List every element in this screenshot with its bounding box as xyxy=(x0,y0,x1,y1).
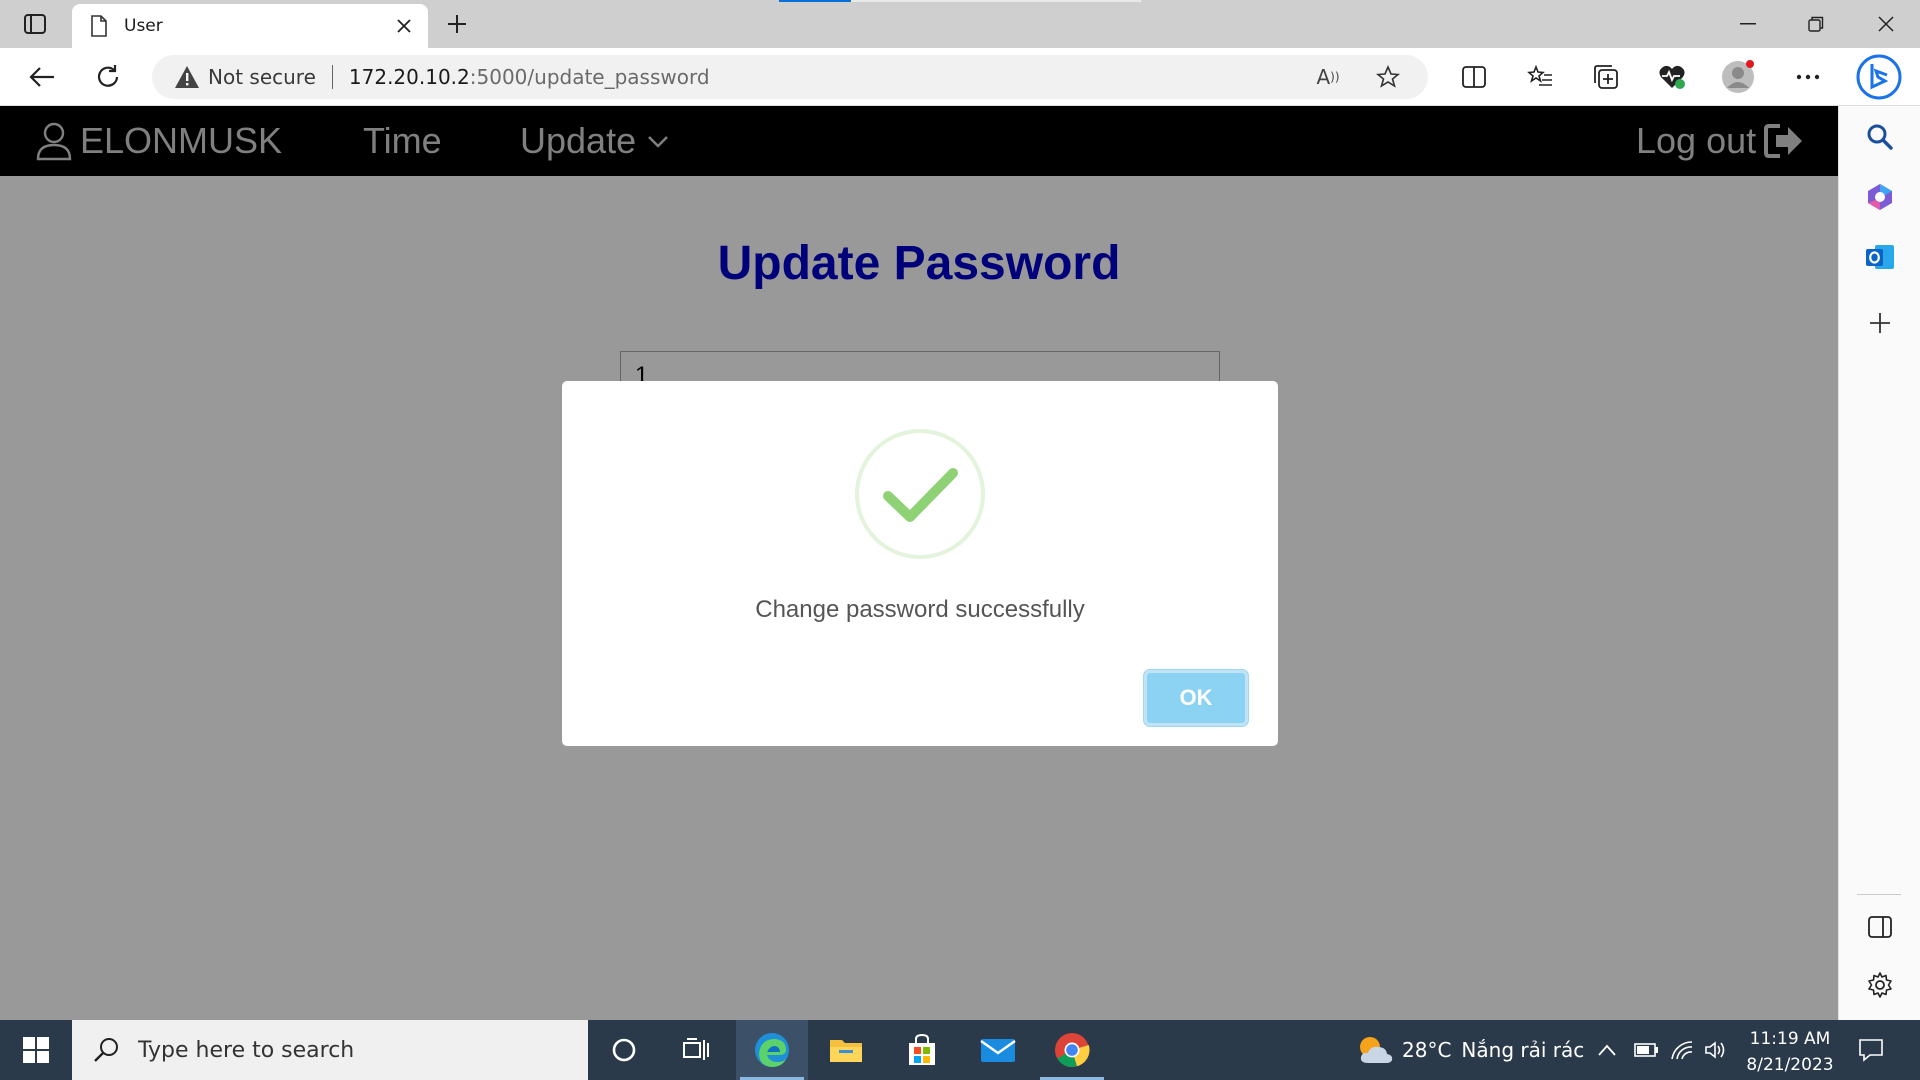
sidebar-outlook-icon[interactable] xyxy=(1861,238,1899,276)
taskbar-clock[interactable]: 11:19 AM 8/21/2023 xyxy=(1740,1026,1840,1078)
taskbar-edge-icon[interactable] xyxy=(736,1020,808,1080)
edge-sidebar xyxy=(1838,106,1920,1020)
more-options-icon[interactable] xyxy=(1790,59,1826,95)
ok-button[interactable]: OK xyxy=(1144,670,1248,726)
page-loading-indicator xyxy=(779,0,1141,2)
tab-close-icon[interactable] xyxy=(390,12,418,40)
show-hidden-icons-chevron-up-icon[interactable] xyxy=(1598,1020,1616,1080)
volume-icon[interactable] xyxy=(1704,1020,1728,1080)
wifi-icon[interactable] xyxy=(1670,1020,1694,1080)
notifications-icon[interactable] xyxy=(1858,1020,1884,1080)
sidebar-add-icon[interactable] xyxy=(1861,304,1899,342)
browser-toolbar: Not secure 172.20.10.2:5000/update_passw… xyxy=(0,48,1920,106)
tab-title: User xyxy=(124,16,163,36)
start-windows-icon[interactable] xyxy=(0,1020,72,1080)
sidebar-divider xyxy=(1857,894,1901,895)
clock-time: 11:19 AM xyxy=(1749,1029,1831,1049)
new-tab-icon[interactable] xyxy=(440,8,474,40)
url-path[interactable]: :5000/update_password xyxy=(470,65,710,89)
sidebar-settings-gear-icon[interactable] xyxy=(1861,966,1899,1004)
sidebar-search-icon[interactable] xyxy=(1861,118,1899,156)
refresh-icon[interactable] xyxy=(90,59,126,95)
address-separator xyxy=(331,65,333,89)
taskbar-file-explorer-icon[interactable] xyxy=(810,1020,882,1080)
security-label[interactable]: Not secure xyxy=(208,65,316,89)
restore-icon[interactable] xyxy=(1782,0,1850,48)
favorites-icon[interactable] xyxy=(1522,59,1558,95)
battery-icon[interactable] xyxy=(1634,1020,1660,1080)
add-favorite-star-icon[interactable] xyxy=(1372,61,1404,93)
url-host[interactable]: 172.20.10.2 xyxy=(349,65,470,89)
taskbar-search-placeholder: Type here to search xyxy=(138,1037,355,1063)
address-bar[interactable]: Not secure 172.20.10.2:5000/update_passw… xyxy=(152,55,1428,99)
taskbar-mail-icon[interactable] xyxy=(962,1020,1034,1080)
close-window-icon[interactable] xyxy=(1852,0,1920,48)
taskbar-chrome-icon[interactable] xyxy=(1036,1020,1108,1080)
weather-widget[interactable]: 28°C Nắng rải rác xyxy=(1356,1020,1584,1080)
web-page: ELONMUSK Time Update Log out Update Pass… xyxy=(0,106,1838,1020)
browser-tab-active[interactable]: User xyxy=(72,4,428,48)
tab-actions-icon[interactable] xyxy=(18,10,52,38)
task-view-icon[interactable] xyxy=(660,1020,732,1080)
split-screen-icon[interactable] xyxy=(1456,59,1492,95)
windows-taskbar: Type here to search 28°C Nắng rải rác 11… xyxy=(0,1020,1920,1080)
clock-date: 8/21/2023 xyxy=(1746,1055,1834,1075)
back-arrow-icon[interactable] xyxy=(24,59,60,95)
search-icon xyxy=(94,1038,118,1062)
success-dialog: Change password successfully OK xyxy=(562,381,1278,746)
weather-temp: 28°C xyxy=(1402,1038,1452,1062)
dialog-message: Change password successfully xyxy=(755,596,1085,623)
success-check-icon xyxy=(855,429,985,559)
hide-sidebar-icon[interactable] xyxy=(1861,908,1899,946)
browser-tab-bar: User xyxy=(0,0,1920,48)
minimize-icon[interactable] xyxy=(1714,0,1782,48)
page-document-icon xyxy=(88,15,110,37)
sidebar-copilot-icon[interactable] xyxy=(1861,178,1899,216)
weather-text: Nắng rải rác xyxy=(1461,1038,1585,1062)
profile-avatar[interactable] xyxy=(1720,59,1756,95)
cortana-icon[interactable] xyxy=(588,1020,660,1080)
taskbar-search-box[interactable]: Type here to search xyxy=(72,1020,588,1080)
taskbar-store-icon[interactable] xyxy=(886,1020,958,1080)
page-loading-fill xyxy=(779,0,851,2)
warning-triangle-icon[interactable] xyxy=(174,64,200,90)
read-aloud-icon[interactable]: A)) xyxy=(1312,61,1344,93)
weather-sun-cloud-icon xyxy=(1360,1037,1393,1063)
bing-chat-icon[interactable] xyxy=(1856,54,1902,100)
collections-icon[interactable] xyxy=(1588,59,1624,95)
browser-essentials-icon[interactable] xyxy=(1654,59,1690,95)
